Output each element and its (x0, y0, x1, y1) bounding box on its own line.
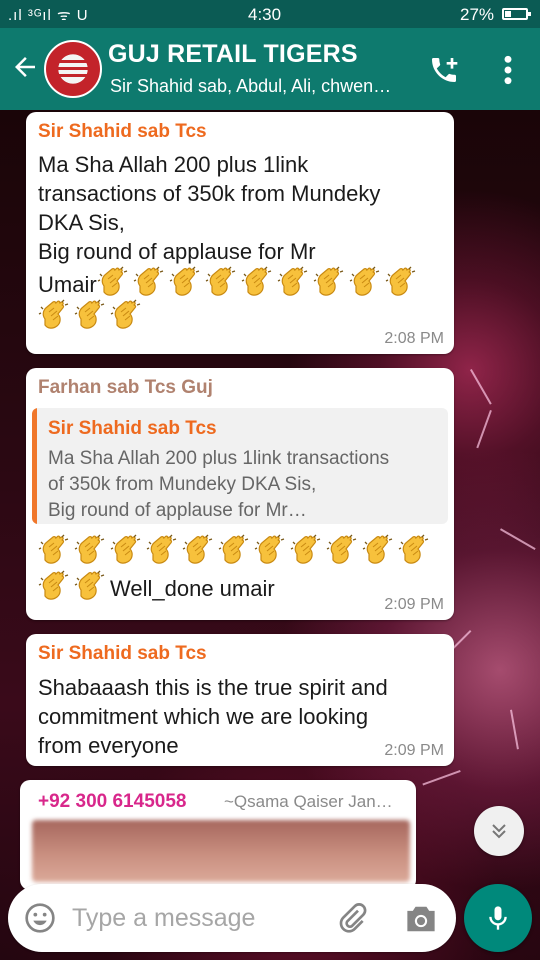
signal-indicator: .ıl ³ᴳıl ᯤ U (8, 7, 89, 24)
add-call-icon[interactable] (428, 54, 460, 86)
quoted-message[interactable]: Sir Shahid sab Tcs Ma Sha Allah 200 plus… (32, 408, 448, 524)
clapping-hands-icon (398, 534, 429, 564)
message-sender[interactable]: Sir Shahid sab Tcs (38, 121, 207, 143)
clapping-hands-icon (38, 534, 69, 564)
clapping-hands-icon (290, 534, 321, 564)
clapping-hands-icon (169, 266, 199, 296)
arrow-back-icon[interactable] (10, 52, 40, 82)
sender-push-name: ~Qsama Qaiser Jan… (224, 792, 393, 811)
clapping-hands-icon (74, 299, 105, 329)
message-bubble[interactable]: Sir Shahid sab Tcs Shabaaash this is the… (26, 634, 454, 766)
clapping-hands-icon (38, 299, 69, 329)
message-bubble[interactable]: Sir Shahid sab Tcs Ma Sha Allah 200 plus… (26, 112, 454, 354)
message-time: 2:08 PM (384, 330, 444, 347)
clapping-hands-icon (110, 299, 141, 329)
battery-icon (502, 8, 531, 20)
clapping-hands-icon (110, 534, 141, 564)
clapping-hands-icon (205, 266, 235, 296)
quoted-text: Ma Sha Allah 200 plus 1link transactions… (48, 448, 390, 521)
message-time: 2:09 PM (384, 742, 444, 759)
more-vertical-icon[interactable] (498, 54, 518, 86)
camera-icon[interactable] (404, 904, 438, 934)
clap-emoji-row (97, 266, 421, 297)
quoted-sender: Sir Shahid sab Tcs (48, 418, 217, 439)
group-avatar[interactable] (44, 40, 102, 98)
clapping-hands-icon (218, 534, 249, 564)
clapping-hands-icon (326, 534, 357, 564)
clapping-hands-icon (362, 534, 393, 564)
quote-bar (32, 408, 37, 524)
clapping-hands-icon (277, 266, 307, 296)
status-bar: .ıl ³ᴳıl ᯤ U 4:30 27% (0, 0, 540, 28)
message-sender[interactable]: Farhan sab Tcs Guj (38, 377, 213, 399)
chat-header: GUJ RETAIL TIGERS Sir Shahid sab, Abdul,… (0, 28, 540, 110)
clap-emoji-row (38, 570, 110, 601)
microphone-icon (489, 906, 507, 930)
paperclip-icon[interactable] (336, 902, 368, 934)
emoji-icon[interactable] (24, 902, 56, 934)
clapping-hands-icon (146, 534, 177, 564)
clock: 4:30 (248, 5, 282, 24)
clapping-hands-icon (349, 266, 379, 296)
battery-percent: 27% (460, 5, 495, 24)
group-title[interactable]: GUJ RETAIL TIGERS (108, 40, 358, 69)
clapping-hands-icon (241, 266, 271, 296)
message-time: 2:09 PM (384, 596, 444, 613)
message-sender[interactable]: +92 300 6145058 (38, 791, 186, 813)
image-thumbnail[interactable] (32, 820, 410, 882)
clapping-hands-icon (385, 266, 415, 296)
clapping-hands-icon (313, 266, 343, 296)
double-chevron-down-icon (492, 824, 506, 839)
clapping-hands-icon (74, 534, 105, 564)
clapping-hands-icon (254, 534, 285, 564)
clapping-hands-icon (74, 570, 105, 600)
mic-button[interactable] (464, 884, 532, 952)
message-input[interactable]: Type a message (72, 904, 255, 933)
scroll-down-button[interactable] (474, 806, 524, 856)
clapping-hands-icon (182, 534, 213, 564)
message-sender[interactable]: Sir Shahid sab Tcs (38, 643, 207, 665)
clap-emoji-row (38, 299, 448, 331)
message-bubble[interactable]: Farhan sab Tcs Guj Sir Shahid sab Tcs Ma… (26, 368, 454, 620)
message-text: Ma Sha Allah 200 plus 1link transactions… (38, 150, 448, 331)
clapping-hands-icon (133, 266, 163, 296)
group-members[interactable]: Sir Shahid sab, Abdul, Ali, chwen… (110, 76, 410, 97)
clapping-hands-icon (38, 570, 69, 600)
message-input-bar[interactable]: Type a message (8, 884, 456, 952)
clap-emoji-row (38, 534, 448, 570)
clapping-hands-icon (97, 266, 127, 296)
